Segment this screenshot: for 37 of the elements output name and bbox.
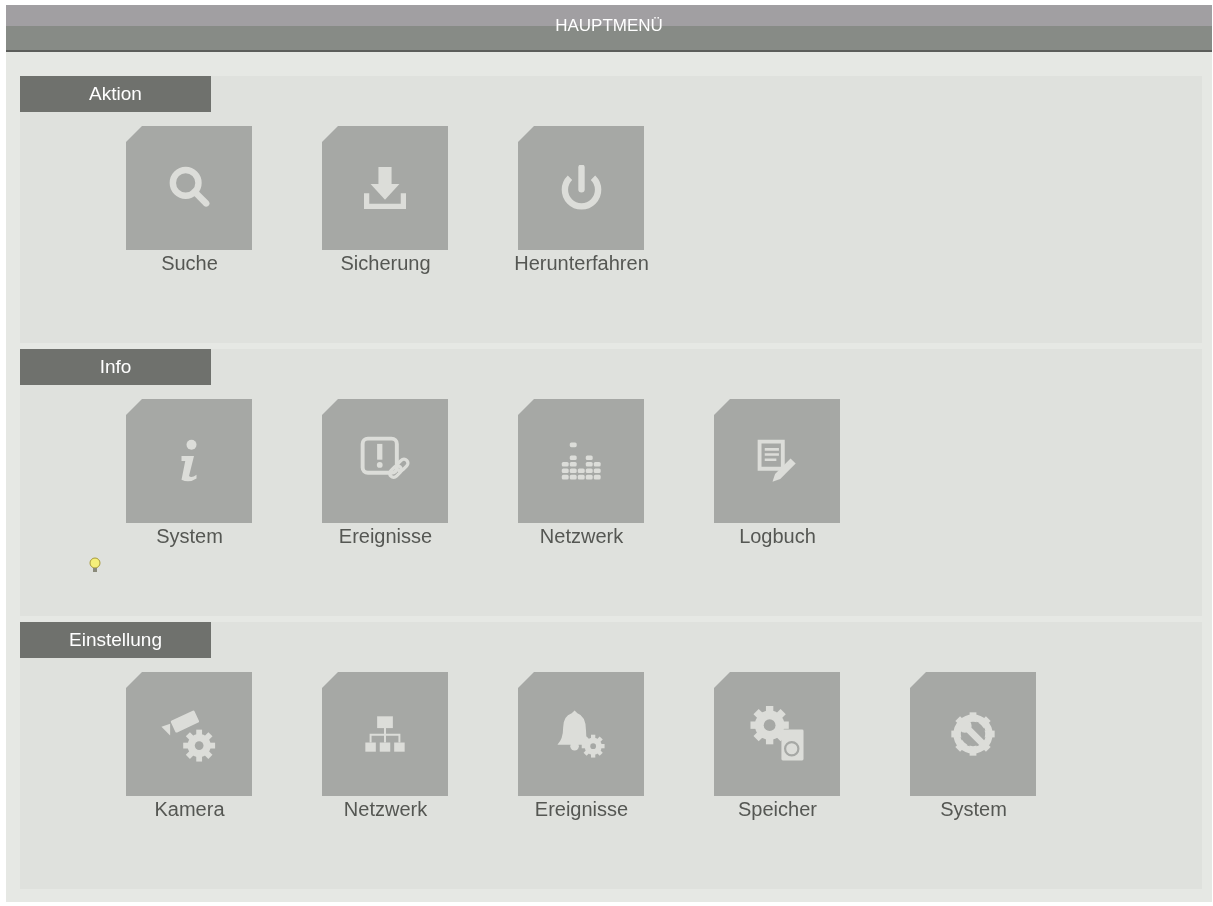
menu-tile[interactable] [518,126,644,250]
power-icon [560,165,602,211]
tile-label[interactable]: Kamera [154,794,225,824]
tile-label[interactable]: Suche [161,248,218,278]
tile-label[interactable]: Ereignisse [534,794,629,824]
equalizer-icon [560,441,602,481]
tile-label[interactable]: Netzwerk [343,794,428,824]
search-icon [168,166,210,210]
section-header: Einstellung [20,622,211,658]
info-icon [179,438,199,484]
document-pencil-icon [757,439,797,483]
bell-gear-icon [556,709,606,759]
section-header: Aktion [20,76,211,112]
menu-tile[interactable] [518,399,644,523]
tile-label[interactable]: System [156,521,223,551]
network-icon [364,715,406,753]
menu-tile[interactable] [126,126,252,250]
menu-tile[interactable] [322,126,448,250]
tile-label[interactable]: System [940,794,1007,824]
tile-label[interactable]: Herunterfahren [514,248,649,278]
tile-label[interactable]: Speicher [738,794,817,824]
gear-disk-icon [749,706,805,762]
menu-tile[interactable] [126,399,252,523]
menu-tile[interactable] [126,672,252,796]
menu-tile[interactable] [714,399,840,523]
section-header: Info [20,349,211,385]
menu-tile[interactable] [910,672,1036,796]
menu-tile[interactable] [714,672,840,796]
tile-label[interactable]: Ereignisse [338,521,433,551]
menu-tile[interactable] [518,672,644,796]
menu-tile[interactable] [322,672,448,796]
download-icon [364,167,406,209]
menu-tile[interactable] [322,399,448,523]
tile-label[interactable]: Logbuch [739,521,816,551]
window-title: HAUPTMENÜ [555,14,663,37]
tile-label[interactable]: Sicherung [340,248,431,278]
tile-label[interactable]: Netzwerk [539,521,624,551]
